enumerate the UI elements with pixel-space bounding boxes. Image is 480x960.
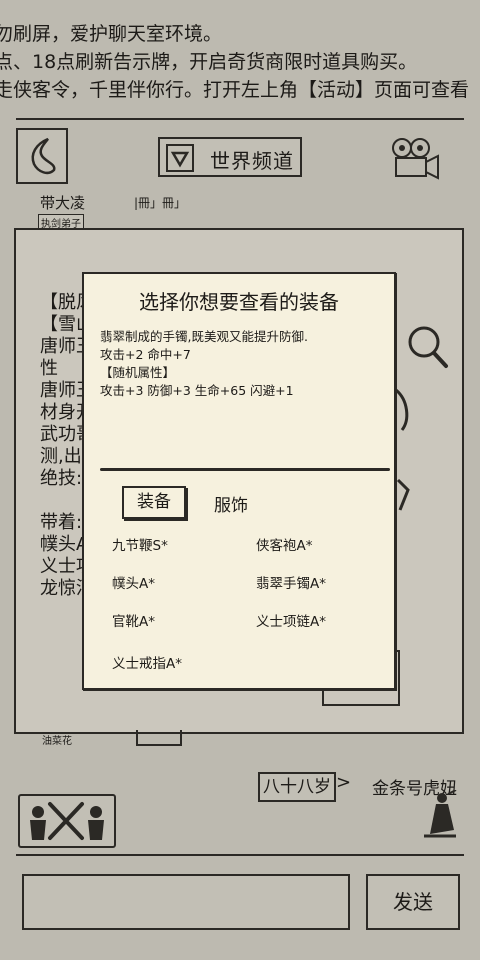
channel-selector[interactable]: 世界频道	[158, 137, 302, 177]
equipment-item[interactable]: 侠客袍A*	[256, 534, 313, 554]
magnifier-icon[interactable]	[404, 322, 450, 374]
camera-icon[interactable]	[388, 136, 444, 184]
channel-label: 世界频道	[210, 149, 294, 173]
dialog-title: 选择你想要查看的装备	[139, 290, 339, 314]
card-line: 带着:	[40, 512, 83, 533]
dialog-divider	[100, 468, 390, 471]
description-line: 攻击+3 防御+3 生命+65 闪避+1	[100, 383, 294, 398]
chevron-right-icon: >	[336, 772, 352, 793]
chat-input[interactable]	[22, 874, 350, 930]
description-line: 翡翠制成的手镯,既美观又能提升防御.	[100, 329, 308, 344]
equipment-item[interactable]: 官靴A*	[112, 610, 155, 630]
swordsman-icon	[416, 789, 462, 840]
notice-line-1: 勿刷屏，爱护聊天室环境。	[0, 23, 223, 45]
chat-sender-name[interactable]: 带大凌	[40, 192, 85, 213]
notice-line-3: 走侠客令，千里伴你行。打开左上角【活动】页面可查看	[0, 79, 470, 101]
chat-footer-tag: 油菜花	[42, 736, 72, 747]
tab-equipment[interactable]: 装备	[122, 486, 186, 519]
equipment-item[interactable]: 义士戒指A*	[112, 652, 182, 672]
chat-bracket-text: |冊」冊」	[134, 196, 187, 210]
equipment-dialog: 选择你想要查看的装备 翡翠制成的手镯,既美观又能提升防御. 攻击+2 命中+7 …	[82, 272, 396, 690]
card-line: 绝技:	[40, 468, 83, 489]
send-button[interactable]: 发送	[366, 874, 460, 930]
card-line: 性	[40, 358, 58, 379]
equipment-item[interactable]: 翡翠手镯A*	[256, 572, 326, 592]
description-line: 【随机属性】	[100, 365, 176, 380]
equipment-item[interactable]: 九节鞭S*	[112, 534, 168, 554]
notice-line-2: 点、18点刷新告示牌，开启奇货商限时道具购买。	[0, 51, 418, 73]
age-badge[interactable]: 八十八岁	[258, 772, 336, 802]
dropdown-triangle-icon	[166, 144, 194, 172]
back-button[interactable]	[16, 128, 68, 184]
duel-button[interactable]	[18, 794, 116, 848]
tab-outfit[interactable]: 服饰	[214, 491, 248, 516]
item-description: 翡翠制成的手镯,既美观又能提升防御. 攻击+2 命中+7 【随机属性】 攻击+3…	[100, 328, 386, 400]
equipment-item[interactable]: 幞头A*	[112, 572, 155, 592]
description-line: 攻击+2 命中+7	[100, 347, 191, 362]
back-arrow-icon	[31, 137, 56, 175]
crossed-swords-icon	[30, 802, 104, 840]
header-divider	[16, 118, 464, 120]
card-mini-frame	[136, 730, 182, 746]
equipment-item[interactable]: 义士项链A*	[256, 610, 326, 630]
footer-divider	[16, 854, 464, 856]
